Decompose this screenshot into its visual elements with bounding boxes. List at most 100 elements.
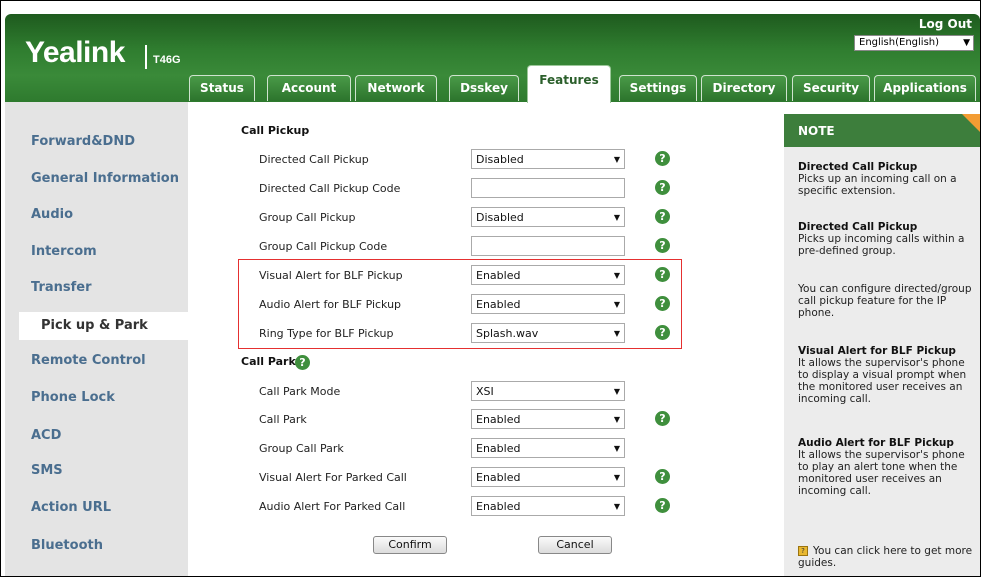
page-frame: Yealink T46G Log Out English(English) ▼ … bbox=[0, 0, 981, 577]
help-icon[interactable]: ? bbox=[655, 469, 670, 484]
sidebar-item-sms[interactable]: SMS bbox=[31, 463, 63, 478]
call-park-label: Call Park bbox=[259, 413, 307, 426]
tab-status[interactable]: Status bbox=[189, 75, 255, 101]
audio-alert-blf-pickup-select[interactable]: Enabled ▼ bbox=[471, 294, 625, 314]
directed-call-pickup-code-input[interactable] bbox=[471, 178, 625, 198]
chevron-down-icon: ▼ bbox=[613, 387, 620, 396]
note-title: NOTE bbox=[784, 114, 980, 147]
help-icon[interactable]: ? bbox=[655, 238, 670, 253]
note-block: Visual Alert for BLF Pickup It allows th… bbox=[798, 345, 976, 405]
note-text: Picks up incoming calls within a pre-def… bbox=[798, 233, 965, 257]
note-block: Directed Call Pickup Picks up incoming c… bbox=[798, 221, 976, 257]
language-select[interactable]: English(English) ▼ bbox=[854, 35, 974, 51]
note-text: You can configure directed/group call pi… bbox=[798, 283, 972, 319]
select-value: Enabled bbox=[476, 471, 521, 484]
tab-account[interactable]: Account bbox=[267, 75, 351, 101]
sidebar: Forward&DND General Information Audio In… bbox=[5, 102, 188, 576]
group-call-pickup-select[interactable]: Disabled ▼ bbox=[471, 207, 625, 227]
note-block: Directed Call Pickup Picks up an incomin… bbox=[798, 161, 976, 197]
chevron-down-icon: ▼ bbox=[613, 473, 620, 482]
note-panel: NOTE Directed Call Pickup Picks up an in… bbox=[784, 114, 980, 576]
directed-call-pickup-select[interactable]: Disabled ▼ bbox=[471, 149, 625, 169]
help-icon[interactable]: ? bbox=[655, 325, 670, 340]
sidebar-item-forward-dnd[interactable]: Forward&DND bbox=[31, 134, 135, 149]
note-text: It allows the supervisor's phone to disp… bbox=[798, 357, 967, 405]
chevron-down-icon: ▼ bbox=[613, 300, 620, 309]
call-pickup-title: Call Pickup bbox=[241, 124, 310, 137]
confirm-button[interactable]: Confirm bbox=[373, 536, 447, 554]
yealink-logo: Yealink bbox=[25, 36, 125, 69]
ring-type-blf-pickup-label: Ring Type for BLF Pickup bbox=[259, 327, 394, 340]
sidebar-item-acd[interactable]: ACD bbox=[31, 428, 61, 443]
note-heading: Directed Call Pickup bbox=[798, 221, 918, 233]
select-value: Splash.wav bbox=[476, 327, 539, 340]
audio-alert-blf-pickup-label: Audio Alert for BLF Pickup bbox=[259, 298, 402, 311]
cancel-button[interactable]: Cancel bbox=[538, 536, 612, 554]
call-park-select[interactable]: Enabled ▼ bbox=[471, 409, 625, 429]
select-value: Enabled bbox=[476, 413, 521, 426]
tab-security[interactable]: Security bbox=[792, 75, 870, 101]
visual-alert-blf-pickup-label: Visual Alert for BLF Pickup bbox=[259, 269, 403, 282]
chevron-down-icon: ▼ bbox=[613, 415, 620, 424]
help-icon[interactable]: ? bbox=[655, 151, 670, 166]
guide-text[interactable]: You can click here to get more guides. bbox=[798, 545, 972, 569]
sidebar-item-intercom[interactable]: Intercom bbox=[31, 244, 97, 259]
note-text: Picks up an incoming call on a specific … bbox=[798, 173, 957, 197]
sidebar-item-audio[interactable]: Audio bbox=[31, 207, 73, 222]
select-value: Enabled bbox=[476, 298, 521, 311]
note-heading: Audio Alert for BLF Pickup bbox=[798, 437, 954, 449]
chevron-down-icon: ▼ bbox=[613, 329, 620, 338]
tab-dsskey[interactable]: Dsskey bbox=[449, 75, 519, 101]
select-value: Enabled bbox=[476, 269, 521, 282]
group-call-pickup-code-label: Group Call Pickup Code bbox=[259, 240, 388, 253]
note-heading: Directed Call Pickup bbox=[798, 161, 918, 173]
sidebar-item-bluetooth[interactable]: Bluetooth bbox=[31, 538, 103, 553]
chevron-down-icon: ▼ bbox=[613, 271, 620, 280]
note-heading: Visual Alert for BLF Pickup bbox=[798, 345, 956, 357]
group-call-park-select[interactable]: Enabled ▼ bbox=[471, 438, 625, 458]
help-icon[interactable]: ? bbox=[655, 180, 670, 195]
chevron-down-icon: ▼ bbox=[613, 444, 620, 453]
sidebar-item-remote-control[interactable]: Remote Control bbox=[31, 353, 146, 368]
note-block: You can configure directed/group call pi… bbox=[798, 283, 976, 319]
visual-alert-blf-pickup-select[interactable]: Enabled ▼ bbox=[471, 265, 625, 285]
call-park-mode-select[interactable]: XSI ▼ bbox=[471, 381, 625, 401]
visual-alert-parked-call-label: Visual Alert For Parked Call bbox=[259, 471, 407, 484]
group-call-pickup-code-input[interactable] bbox=[471, 236, 625, 256]
tab-features[interactable]: Features bbox=[527, 65, 611, 103]
guide-link[interactable]: ? You can click here to get more guides. bbox=[798, 545, 976, 569]
audio-alert-parked-call-select[interactable]: Enabled ▼ bbox=[471, 496, 625, 516]
group-call-pickup-label: Group Call Pickup bbox=[259, 211, 356, 224]
ring-type-blf-pickup-select[interactable]: Splash.wav ▼ bbox=[471, 323, 625, 343]
logout-link[interactable]: Log Out bbox=[919, 17, 972, 31]
tab-network[interactable]: Network bbox=[355, 75, 437, 101]
sidebar-item-phone-lock[interactable]: Phone Lock bbox=[31, 390, 115, 405]
help-icon[interactable]: ? bbox=[655, 267, 670, 282]
select-value: Disabled bbox=[476, 153, 524, 166]
help-icon[interactable]: ? bbox=[655, 296, 670, 311]
call-park-mode-label: Call Park Mode bbox=[259, 385, 341, 398]
help-icon[interactable]: ? bbox=[655, 411, 670, 426]
visual-alert-parked-call-select[interactable]: Enabled ▼ bbox=[471, 467, 625, 487]
help-icon[interactable]: ? bbox=[655, 209, 670, 224]
sidebar-item-transfer[interactable]: Transfer bbox=[31, 280, 92, 295]
model-label: T46G bbox=[153, 54, 181, 66]
tab-directory[interactable]: Directory bbox=[701, 75, 787, 101]
sidebar-item-action-url[interactable]: Action URL bbox=[31, 500, 111, 515]
chevron-down-icon: ▼ bbox=[613, 155, 620, 164]
chevron-down-icon: ▼ bbox=[613, 502, 620, 511]
tab-settings[interactable]: Settings bbox=[619, 75, 697, 101]
select-value: Enabled bbox=[476, 500, 521, 513]
logo-divider bbox=[145, 45, 147, 69]
select-value: Enabled bbox=[476, 442, 521, 455]
sidebar-item-general-information[interactable]: General Information bbox=[31, 171, 179, 186]
help-icon[interactable]: ? bbox=[655, 498, 670, 513]
sidebar-item-pickup-park[interactable]: Pick up & Park bbox=[19, 312, 188, 340]
language-value: English(English) bbox=[859, 37, 940, 48]
header-bar: Yealink T46G Log Out English(English) ▼ … bbox=[5, 14, 980, 103]
tab-applications[interactable]: Applications bbox=[874, 75, 976, 101]
guide-book-icon: ? bbox=[798, 546, 808, 556]
select-value: Disabled bbox=[476, 211, 524, 224]
call-park-title: Call Park bbox=[241, 355, 296, 368]
help-icon[interactable]: ? bbox=[295, 355, 310, 370]
